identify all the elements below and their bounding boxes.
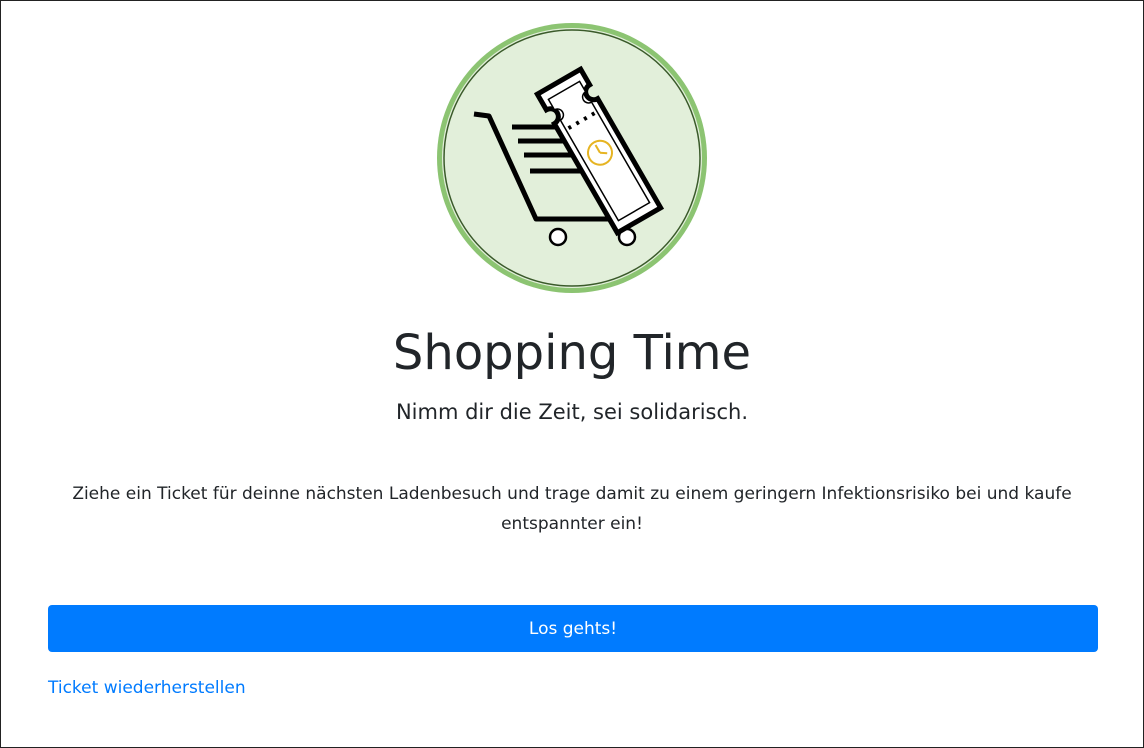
start-button[interactable]: Los gehts! [48,605,1098,652]
description-text: Ziehe ein Ticket für deinne nächsten Lad… [72,484,1072,534]
restore-ticket-link[interactable]: Ticket wiederherstellen [48,675,246,701]
page-title: Shopping Time [392,325,752,381]
app-window: Shopping Time Nimm dir die Zeit, sei sol… [0,0,1144,748]
page-subtitle: Nimm dir die Zeit, sei solidarisch. [395,400,749,424]
shopping-cart-ticket-icon [437,23,707,293]
